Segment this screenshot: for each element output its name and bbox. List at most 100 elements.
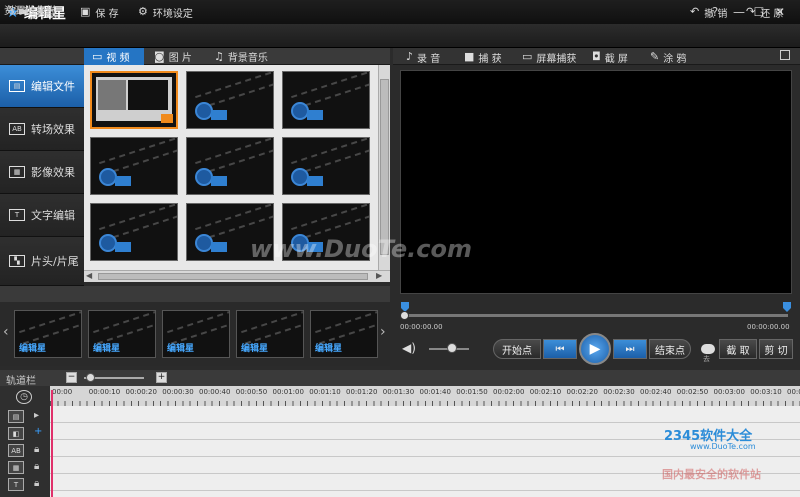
sidebar-item-edit-file[interactable]: ▤ 编辑文件 [0, 65, 84, 108]
effect-thumb[interactable]: 编辑星 [14, 310, 82, 358]
track-title: 轨道栏 [6, 376, 36, 387]
effect-thumb[interactable]: 编辑星 [236, 310, 304, 358]
scroll-thumb[interactable] [380, 79, 389, 255]
corner-watermark-sub: 国内最安全的软件站 [662, 468, 761, 481]
play-icon: ▶ [589, 341, 601, 357]
screen-capture-label: 屏幕捕获 [536, 53, 577, 65]
play-track-icon[interactable]: ▸ [34, 410, 39, 421]
brush-icon: ✎ [650, 50, 660, 63]
effect-thumb[interactable]: 编辑星 [162, 310, 230, 358]
effect-thumb-label: 编辑星 [93, 344, 121, 354]
clock-icon[interactable]: ◷ [16, 390, 32, 404]
media-thumb-selected[interactable] [90, 71, 178, 129]
volume-icon[interactable]: ◀) [402, 341, 416, 355]
zoom-in-icon[interactable]: + [156, 372, 167, 383]
prev-frame-button[interactable]: ⏮ [543, 339, 577, 359]
end-marker-icon[interactable] [783, 302, 791, 312]
ruler-tick-label: 00:02:50 [676, 388, 709, 396]
tab-music[interactable]: ♫ 背景音乐 [206, 48, 278, 65]
effect-thumb[interactable]: 编辑星 [88, 310, 156, 358]
effect-track-icon: ▦ [8, 461, 24, 474]
media-thumb[interactable] [90, 203, 178, 261]
film-icon: ▤ [9, 80, 25, 92]
cut-label: 剪 切 [764, 345, 788, 357]
zoom-out-icon[interactable]: − [66, 372, 77, 383]
sidebar-item-image-effect[interactable]: ▦ 影像效果 [0, 151, 84, 194]
center-watermark: www.DuoTe.com [250, 235, 472, 263]
redo-button[interactable]: ↷ 还 原 [746, 5, 783, 20]
track-row[interactable] [50, 406, 800, 423]
effect-thumb-label: 编辑星 [167, 344, 195, 354]
scroll-right-icon[interactable]: ▶ [376, 271, 382, 280]
media-thumb[interactable] [90, 137, 178, 195]
tab-image[interactable]: ◙ 图 片 [146, 48, 204, 65]
ruler-tick-label: 00:03:20 [787, 388, 800, 396]
sidebar-item-text-edit[interactable]: T 文字编辑 [0, 194, 84, 237]
capture-button[interactable]: ■ 捕 获 [464, 50, 502, 65]
scroll-thumb[interactable] [98, 273, 368, 280]
ruler-tick-label: 00:03:10 [750, 388, 782, 396]
toggle-switch[interactable] [701, 344, 715, 354]
lock-icon[interactable]: 🔒︎ [34, 461, 39, 472]
next-arrow-icon[interactable]: › [380, 324, 386, 340]
audio-track-icon: ◧ [8, 427, 24, 440]
cut-out-button[interactable]: 截 取 [719, 339, 757, 359]
camcorder-icon: ■ [464, 50, 475, 63]
lock-icon[interactable]: 🔒︎ [34, 444, 39, 455]
undo-button[interactable]: ↶ 撤 销 [690, 5, 727, 20]
fullscreen-icon[interactable] [780, 50, 790, 60]
doodle-button[interactable]: ✎ 涂 鸦 [650, 50, 687, 65]
ruler-tick-label: 00:00:20 [125, 388, 157, 396]
seek-handle[interactable] [400, 311, 409, 320]
add-track-icon[interactable]: + [34, 426, 42, 437]
ruler-tick-label: 00:01:30 [382, 388, 415, 396]
screenshot-button[interactable]: ◘ 截 屏 [592, 50, 628, 65]
ruler-tick-label: 00:00 [52, 388, 73, 396]
zoom-handle[interactable] [86, 373, 95, 382]
screen-capture-button[interactable]: ▭ 屏幕捕获 [522, 50, 577, 65]
title-bar [0, 0, 800, 24]
seek-area: 00:00:00.00 00:00:00.00 [400, 302, 792, 332]
media-thumb[interactable] [186, 137, 274, 195]
timeline-ruler[interactable]: 00:00 00:00:10 00:00:20 00:00:30 00:00:40 00:… [50, 386, 800, 406]
ruler-tick-label: 00:02:30 [603, 388, 635, 396]
media-thumb[interactable] [282, 71, 370, 129]
settings-label: 环境设定 [152, 8, 193, 20]
ruler-tick-label: 00:01:10 [309, 388, 341, 396]
start-point-button[interactable]: 开始点 [493, 339, 541, 359]
cut-button[interactable]: 剪 切 [759, 339, 793, 359]
record-audio-button[interactable]: ♪ 录 音 [406, 50, 440, 65]
lock-icon[interactable]: 🔒︎ [34, 478, 39, 489]
timeline-tracks[interactable] [50, 406, 800, 497]
next-frame-button[interactable]: ⏭ [613, 339, 647, 359]
skip-forward-icon: ⏭ [625, 343, 635, 355]
play-button[interactable]: ▶ [579, 333, 611, 365]
effect-thumb[interactable]: 编辑星 [310, 310, 378, 358]
end-point-button[interactable]: 结束点 [649, 339, 691, 359]
prev-arrow-icon[interactable]: ‹ [3, 324, 9, 340]
undo-arrow-icon: ↶ [690, 5, 700, 18]
effects-title: 效果收集栏 [6, 6, 56, 17]
sidebar-item-transition[interactable]: AB 转场效果 [0, 108, 84, 151]
capture-label: 捕 获 [478, 53, 502, 65]
media-thumb[interactable] [282, 137, 370, 195]
effect-thumb-label: 编辑星 [19, 344, 47, 354]
save-button[interactable]: ▣ 保 存 [80, 5, 119, 20]
seek-track[interactable] [404, 314, 788, 317]
sidebar-item-credits[interactable]: ▚ 片头/片尾 [0, 237, 84, 286]
playback-controls: ◀) 开始点 ⏮ ▶ ⏭ 结束点 去 截 取 剪 切 [393, 332, 800, 366]
ruler-tick-label: 00:00:50 [235, 388, 268, 396]
track-header: 轨道栏 − + [0, 370, 800, 387]
volume-handle[interactable] [447, 343, 457, 353]
sidebar-item-label: 文字编辑 [31, 209, 75, 222]
scroll-left-icon[interactable]: ◀ [86, 271, 92, 280]
ruler-tick-label: 00:00:30 [162, 388, 194, 396]
playhead[interactable] [51, 390, 53, 497]
microphone-icon: ♪ [406, 50, 414, 63]
settings-button[interactable]: ⚙ 环境设定 [138, 5, 193, 20]
tab-video[interactable]: ▭ 视 频 [84, 48, 144, 65]
media-thumb[interactable] [186, 71, 274, 129]
text-track-icon: T [8, 478, 24, 491]
media-horizontal-scrollbar[interactable]: ◀ ▶ [84, 270, 390, 282]
doodle-label: 涂 鸦 [663, 53, 687, 65]
